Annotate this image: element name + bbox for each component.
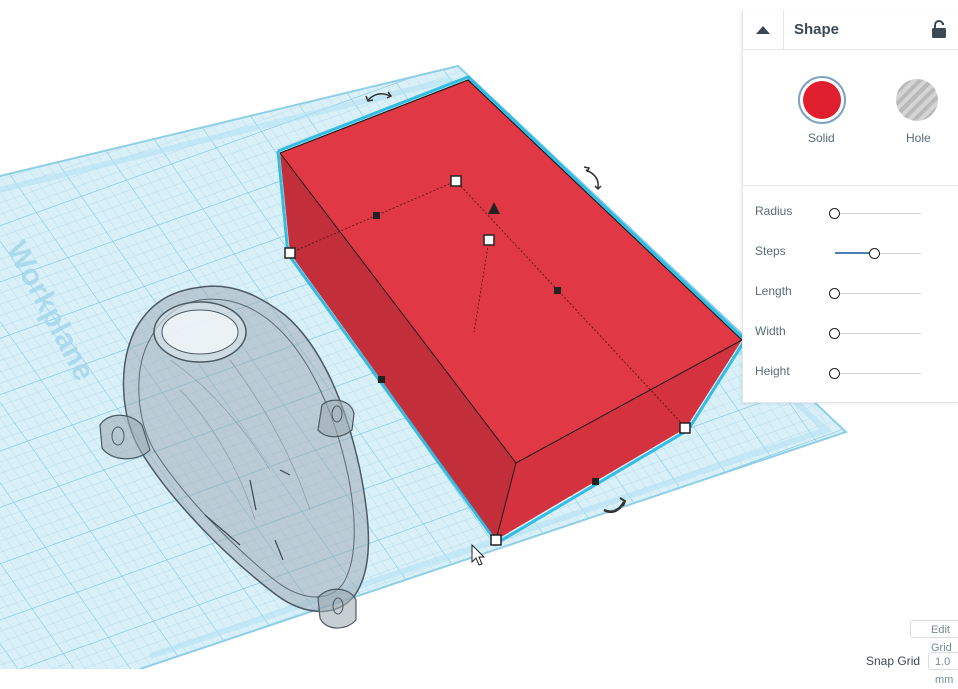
hole-label: Hole [906,131,931,145]
radius-slider[interactable] [835,213,921,214]
width-slider[interactable] [835,333,921,334]
width-label: Width [755,324,786,338]
steps-label: Steps [755,244,786,258]
inspector-title: Shape [794,21,840,38]
inspector-divider [743,185,958,186]
snap-grid-select[interactable]: 1.0 mm [928,652,958,686]
rotate-side-icon [585,169,599,189]
corner-handle-front[interactable] [490,534,502,546]
snap-grid-label: Snap Grid [866,654,921,668]
radius-slider-knob[interactable] [829,208,840,219]
shape-inspector-panel: Shape Solid Hole Radius Steps Length Width H… [742,10,958,403]
length-slider-knob[interactable] [829,288,840,299]
caret-up-icon [756,25,770,34]
height-slider[interactable] [835,373,921,374]
height-label: Height [755,364,790,378]
length-label: Length [755,284,792,298]
width-slider-knob[interactable] [829,328,840,339]
edge-handle-front[interactable] [592,478,599,485]
solid-color-swatch[interactable] [798,76,846,124]
steps-slider-knob[interactable] [869,248,881,259]
radius-label: Radius [755,204,793,218]
height-handle[interactable] [483,234,495,246]
edge-handle-left[interactable] [378,376,385,383]
edge-handle-back-left[interactable] [373,212,380,219]
inspector-header: Shape [743,10,958,50]
collapse-panel-button[interactable] [743,10,784,49]
unlock-icon[interactable] [931,19,947,39]
edit-grid-button[interactable]: Edit Grid [910,620,958,654]
corner-handle-back[interactable] [450,175,462,187]
corner-handle-right[interactable] [679,422,691,434]
solid-color-fill [803,81,841,119]
hole-swatch[interactable] [896,79,938,121]
length-slider[interactable] [835,293,921,294]
height-slider-knob[interactable] [829,368,840,379]
solid-label: Solid [808,131,835,145]
corner-handle-left[interactable] [284,247,296,259]
edge-handle-back-right[interactable] [554,287,561,294]
